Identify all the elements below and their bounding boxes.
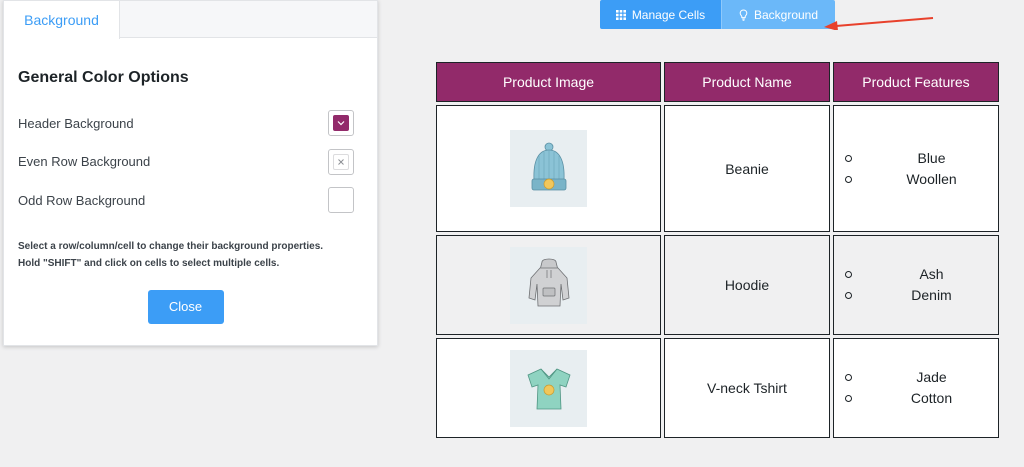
features-cell[interactable]: Ash Denim xyxy=(833,235,999,335)
list-item: Cotton xyxy=(844,388,998,409)
table-row: Hoodie Ash Denim xyxy=(436,235,999,335)
product-table: Product Image Product Name Product Featu… xyxy=(433,59,1002,441)
toolbar: Manage Cells Background xyxy=(600,0,835,29)
panel-body: General Color Options Header Background … xyxy=(4,69,377,324)
name-cell[interactable]: V-neck Tshirt xyxy=(664,338,830,438)
table-row: Beanie Blue Woollen xyxy=(436,105,999,232)
help-text: Select a row/column/cell to change their… xyxy=(18,238,353,272)
option-label: Header Background xyxy=(18,115,134,131)
image-cell[interactable] xyxy=(436,105,661,232)
product-thumbnail xyxy=(510,349,587,427)
panel-tab-bar: Background xyxy=(4,1,377,39)
color-chip xyxy=(333,115,349,132)
tshirt-icon xyxy=(527,368,570,410)
odd-row-background-swatch[interactable] xyxy=(328,187,354,214)
annotation-arrow-icon xyxy=(824,17,934,30)
name-cell[interactable]: Hoodie xyxy=(664,235,830,335)
list-item: Denim xyxy=(844,285,998,306)
image-cell[interactable] xyxy=(436,338,661,438)
features-list: Jade Cotton xyxy=(844,367,998,409)
help-text-line: Select a row/column/cell to change their… xyxy=(18,240,324,252)
option-odd-row-background: Odd Row Background xyxy=(18,181,354,220)
list-item: Ash xyxy=(844,264,998,285)
color-chip xyxy=(333,153,349,170)
option-header-background: Header Background xyxy=(18,104,354,143)
background-label: Background xyxy=(753,7,819,22)
list-item: Jade xyxy=(844,367,998,388)
section-title: General Color Options xyxy=(18,69,189,86)
option-even-row-background: Even Row Background xyxy=(18,143,354,182)
help-text-line: Hold "SHIFT" and click on cells to selec… xyxy=(18,257,280,269)
product-thumbnail xyxy=(510,246,587,324)
hoodie-icon xyxy=(528,258,569,307)
list-item: Woollen xyxy=(844,169,998,190)
name-cell[interactable]: Beanie xyxy=(664,105,830,232)
image-cell[interactable] xyxy=(436,235,661,335)
features-cell[interactable]: Jade Cotton xyxy=(833,338,999,438)
features-cell[interactable]: Blue Woollen xyxy=(833,105,999,232)
background-settings-panel: Background General Color Options Header … xyxy=(3,0,378,346)
chevron-down-icon xyxy=(337,121,345,126)
tab-background[interactable]: Background xyxy=(4,1,120,39)
table-row: V-neck Tshirt Jade Cotton xyxy=(436,338,999,438)
manage-cells-label: Manage Cells xyxy=(631,7,706,22)
header-cell-product-name[interactable]: Product Name xyxy=(664,62,830,102)
product-thumbnail xyxy=(510,130,587,207)
close-button[interactable]: Close xyxy=(147,289,224,324)
clear-x-icon xyxy=(338,158,344,165)
table-header-row: Product Image Product Name Product Featu… xyxy=(436,62,999,102)
features-list: Blue Woollen xyxy=(844,148,998,190)
header-cell-product-features[interactable]: Product Features xyxy=(833,62,999,102)
background-button[interactable]: Background xyxy=(721,0,835,29)
list-item: Blue xyxy=(844,148,998,169)
manage-cells-button[interactable]: Manage Cells xyxy=(600,0,721,29)
option-label: Odd Row Background xyxy=(18,192,146,208)
grid-icon xyxy=(615,9,626,20)
beanie-icon xyxy=(531,142,566,190)
features-list: Ash Denim xyxy=(844,264,998,306)
header-cell-product-image[interactable]: Product Image xyxy=(436,62,661,102)
option-label: Even Row Background xyxy=(18,154,151,170)
even-row-background-swatch[interactable] xyxy=(328,148,354,175)
bulb-icon xyxy=(739,8,748,21)
header-background-swatch[interactable] xyxy=(328,110,354,137)
